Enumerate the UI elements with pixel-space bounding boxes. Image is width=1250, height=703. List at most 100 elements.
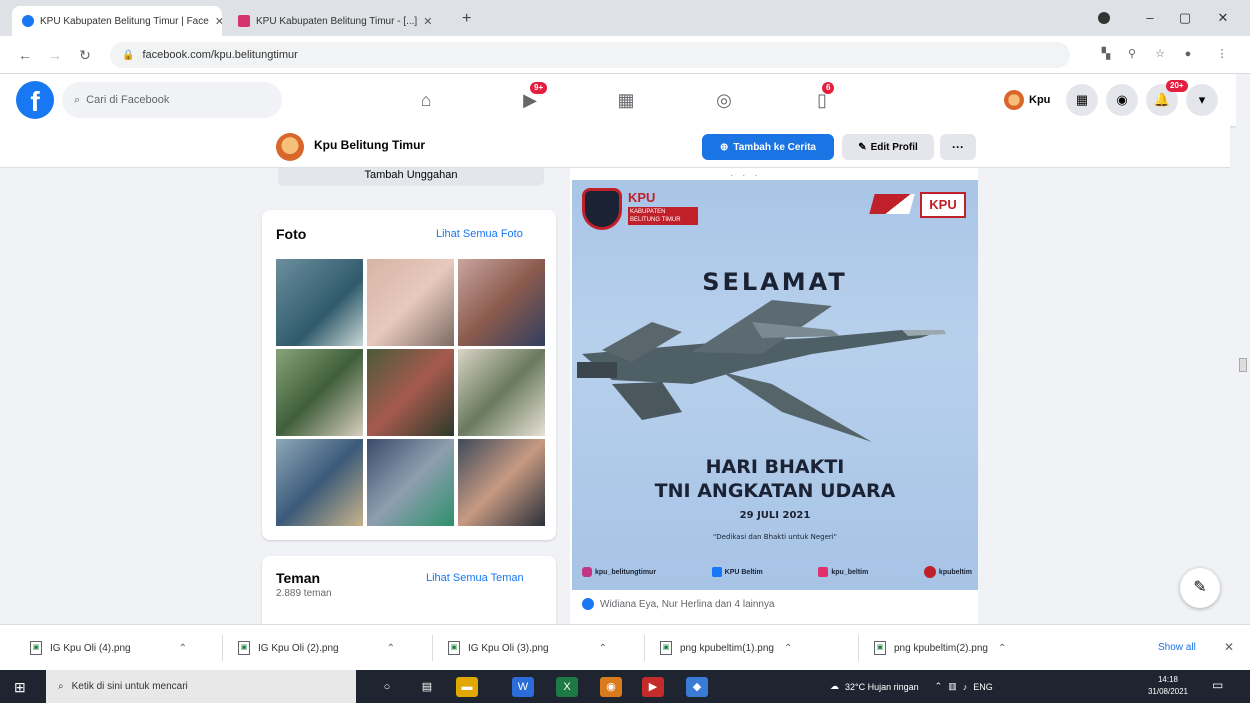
account-chip[interactable]: Kpu xyxy=(1000,86,1058,114)
cortana-icon[interactable]: ○ xyxy=(376,677,398,697)
new-tab-button[interactable]: + xyxy=(462,10,471,28)
download-filename: png kpubeltim(1).png xyxy=(680,642,774,654)
facebook-search-input[interactable]: ⌕ Cari di Facebook xyxy=(62,82,282,118)
search-icon: ⌕ xyxy=(74,93,81,106)
close-downloads-button[interactable]: ✕ xyxy=(1224,640,1234,654)
fighter-jet-image xyxy=(577,300,946,442)
photo-thumbnail[interactable] xyxy=(367,349,454,436)
messenger-icon[interactable]: ◉ xyxy=(1106,84,1138,116)
address-bar[interactable]: 🔒 facebook.com/kpu.belitungtimur xyxy=(110,42,1070,68)
bookmark-star-icon[interactable]: ☆ xyxy=(1152,46,1168,62)
kpu-emblem-icon xyxy=(582,188,622,230)
taskbar-clock[interactable]: 14:18 31/08/2021 xyxy=(1140,674,1196,698)
more-options-button[interactable]: ··· xyxy=(940,134,976,160)
photo-thumbnail[interactable] xyxy=(276,439,363,526)
add-story-button[interactable]: ⊕ Tambah ke Cerita xyxy=(702,134,834,160)
weather-text[interactable]: 32°C Hujan ringan xyxy=(845,682,919,692)
chevron-up-icon[interactable]: ⌃ xyxy=(387,643,395,654)
groups-icon[interactable]: ◎ xyxy=(704,86,744,114)
marketplace-icon[interactable]: ▦ xyxy=(606,86,646,114)
windows-start-icon[interactable]: ⊞ xyxy=(14,678,32,696)
photo-thumbnail[interactable] xyxy=(458,439,545,526)
close-tab-icon[interactable]: ✕ xyxy=(423,15,432,28)
friends-title: Teman xyxy=(276,570,321,586)
download-filename: IG Kpu Oli (2).png xyxy=(258,642,339,654)
photo-thumbnail[interactable] xyxy=(367,439,454,526)
browser-tab-active[interactable]: KPU Kabupaten Belitung Timur | Face ✕ xyxy=(12,6,222,36)
photos-title: Foto xyxy=(276,226,307,242)
volume-icon[interactable]: ♪ xyxy=(963,682,968,692)
profile-icon[interactable] xyxy=(1098,12,1110,24)
account-menu-chevron-icon[interactable]: ▾ xyxy=(1186,84,1218,116)
scrollbar-thumb[interactable] xyxy=(1239,358,1247,372)
download-item[interactable]: ▣ IG Kpu Oli (2).png ⌃ xyxy=(238,635,395,661)
minimize-button[interactable]: – xyxy=(1135,6,1165,30)
notification-center-icon[interactable]: ▭ xyxy=(1212,678,1228,694)
photo-thumbnail[interactable] xyxy=(458,259,545,346)
profile-name[interactable]: Kpu Belitung Timur xyxy=(314,138,425,152)
maximize-button[interactable]: ▢ xyxy=(1170,6,1200,30)
download-filename: png kpubeltim(2).png xyxy=(894,642,988,654)
app-icon[interactable]: ◆ xyxy=(686,677,708,697)
poster-socials: kpu_belitungtimur KPU Beltim kpu_beltim … xyxy=(582,566,972,578)
menu-grid-icon[interactable]: ▦ xyxy=(1066,84,1098,116)
download-item[interactable]: ▣ IG Kpu Oli (4).png ⌃ xyxy=(30,635,187,661)
back-arrow-icon[interactable]: ← xyxy=(14,44,36,66)
close-tab-icon[interactable]: ✕ xyxy=(215,15,222,28)
poster-message: "Dedikasi dan Bhakti untuk Negeri" xyxy=(713,533,837,541)
chevron-up-icon[interactable]: ⌃ xyxy=(784,643,792,654)
taskbar-search-placeholder: Ketik di sini untuk mencari xyxy=(71,681,188,692)
social-item: kpubeltim xyxy=(923,566,972,578)
extension-icon[interactable]: ▚ xyxy=(1098,46,1114,62)
photo-thumbnail[interactable] xyxy=(367,259,454,346)
browser-tab[interactable]: KPU Kabupaten Belitung Timur - [...] ✕ xyxy=(228,6,458,36)
facebook-icon xyxy=(711,567,722,577)
post-reactions[interactable]: Widiana Eya, Nur Herlina dan 4 lainnya xyxy=(582,598,775,610)
post-image[interactable]: KPU KABUPATEN BELITUNG TIMUR KPU SELAMAT… xyxy=(572,180,978,590)
home-icon[interactable]: ⌂ xyxy=(406,86,446,114)
network-icon[interactable]: ▥ xyxy=(948,681,957,692)
chevron-up-icon[interactable]: ⌃ xyxy=(998,643,1006,654)
excel-icon[interactable]: X xyxy=(556,677,578,697)
add-post-button[interactable]: Tambah Unggahan xyxy=(278,168,544,186)
edit-profile-button[interactable]: ✎ Edit Profil xyxy=(842,134,934,160)
account-icon[interactable]: ● xyxy=(1180,46,1196,62)
account-name: Kpu xyxy=(1029,94,1051,106)
zoom-icon[interactable]: ⚲ xyxy=(1124,46,1140,62)
image-file-icon: ▣ xyxy=(874,641,886,655)
forward-arrow-icon[interactable]: → xyxy=(44,44,66,66)
see-all-friends-link[interactable]: Lihat Semua Teman xyxy=(426,572,524,584)
reload-icon[interactable]: ↻ xyxy=(74,44,96,66)
taskbar-search-input[interactable]: ⌕ Ketik di sini untuk mencari xyxy=(46,670,356,703)
photo-thumbnail[interactable] xyxy=(276,259,363,346)
close-window-button[interactable]: ✕ xyxy=(1208,6,1238,30)
chevron-up-icon[interactable]: ⌃ xyxy=(179,643,187,654)
language-indicator[interactable]: ENG xyxy=(973,682,993,692)
profile-avatar[interactable] xyxy=(276,133,304,161)
photo-thumbnail[interactable] xyxy=(458,349,545,436)
new-message-button[interactable]: ✎ xyxy=(1180,568,1220,608)
event-date: 29 JULI 2021 xyxy=(739,510,811,521)
download-item[interactable]: ▣ IG Kpu Oli (3).png ⌃ xyxy=(448,635,607,661)
menu-kebab-icon[interactable]: ⋮ xyxy=(1214,46,1230,62)
chrome-icon[interactable]: ◉ xyxy=(600,677,622,697)
page-scrollbar[interactable] xyxy=(1236,74,1250,624)
instagram-icon xyxy=(582,567,592,577)
chevron-up-icon[interactable]: ⌃ xyxy=(935,681,943,692)
divider xyxy=(644,635,645,661)
download-filename: IG Kpu Oli (3).png xyxy=(468,642,549,654)
see-all-photos-link[interactable]: Lihat Semua Foto xyxy=(436,228,523,240)
pencil-icon: ✎ xyxy=(858,141,867,153)
download-item[interactable]: ▣ png kpubeltim(1).png ⌃ xyxy=(660,635,792,661)
download-item[interactable]: ▣ png kpubeltim(2).png ⌃ xyxy=(874,635,1006,661)
facebook-logo[interactable]: f xyxy=(16,81,54,119)
weather-icon: ☁ xyxy=(830,681,839,691)
chevron-up-icon[interactable]: ⌃ xyxy=(599,643,607,654)
media-icon[interactable]: ▶ xyxy=(642,677,664,697)
globe-icon xyxy=(818,567,829,577)
show-all-downloads-link[interactable]: Show all xyxy=(1158,642,1196,653)
task-view-icon[interactable]: ▤ xyxy=(416,677,438,697)
word-icon[interactable]: W xyxy=(512,677,534,697)
photo-thumbnail[interactable] xyxy=(276,349,363,436)
file-explorer-icon[interactable]: ▬ xyxy=(456,677,478,697)
